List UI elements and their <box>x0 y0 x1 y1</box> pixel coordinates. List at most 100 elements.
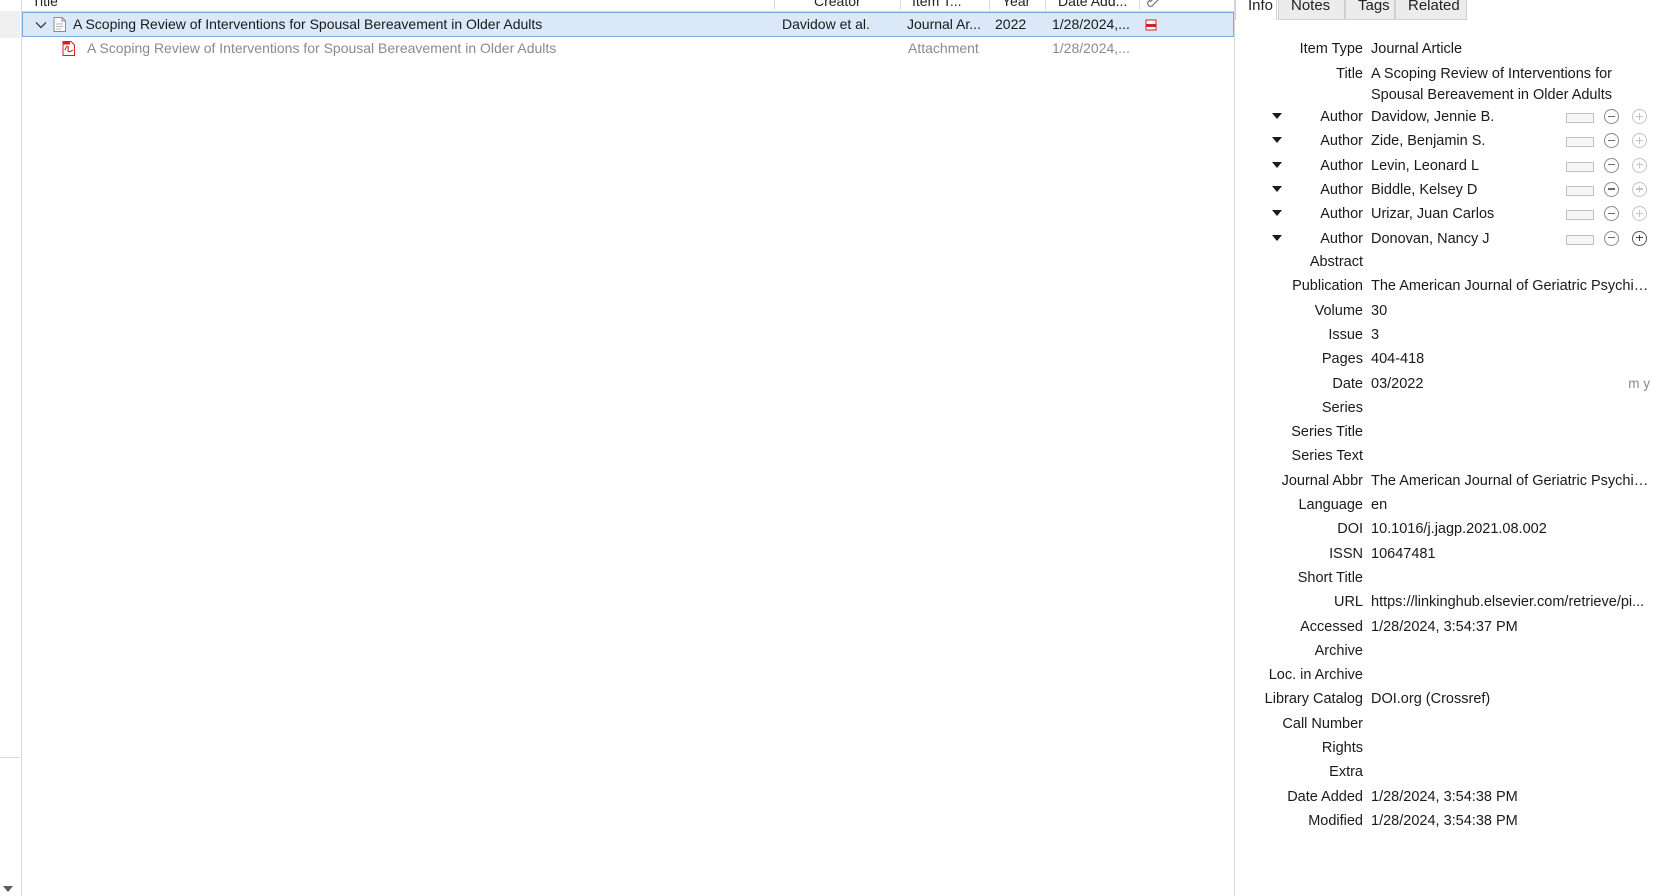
field-value[interactable]: The American Journal of Geriatric Psychi… <box>1371 274 1656 297</box>
tab-tags[interactable]: Tags <box>1345 0 1395 20</box>
creator-type-menu-icon[interactable] <box>1272 234 1282 241</box>
field-series[interactable]: Series <box>1235 396 1657 420</box>
sync-status-icon[interactable] <box>2 885 14 893</box>
field-value[interactable]: The American Journal of Geriatric Psychi… <box>1371 469 1656 492</box>
switch-field-mode-icon[interactable] <box>1566 210 1594 221</box>
creator-name[interactable]: Davidow, Jennie B. <box>1371 105 1561 128</box>
creator-row[interactable]: Author Levin, Leonard L <box>1235 154 1657 178</box>
field-value[interactable] <box>1371 712 1656 714</box>
creator-type-label[interactable]: Author <box>1320 129 1363 153</box>
field-loc-in-archive[interactable]: Loc. in Archive <box>1235 663 1657 687</box>
column-creator[interactable]: Creator <box>814 0 904 11</box>
remove-creator-icon[interactable] <box>1604 181 1619 197</box>
field-value[interactable] <box>1371 250 1656 252</box>
tab-notes[interactable]: Notes <box>1278 0 1345 20</box>
creator-type-label[interactable]: Author <box>1320 202 1363 226</box>
tab-related[interactable]: Related <box>1395 0 1467 20</box>
field-series-text[interactable]: Series Text <box>1235 444 1657 468</box>
column-date-added[interactable]: Date Add... <box>1058 0 1138 11</box>
field-issue[interactable]: Issue 3 <box>1235 323 1657 347</box>
creator-name[interactable]: Donovan, Nancy J <box>1371 227 1561 250</box>
field-value[interactable] <box>1371 663 1656 665</box>
field-call-number[interactable]: Call Number <box>1235 712 1657 736</box>
creator-type-label[interactable]: Author <box>1320 227 1363 251</box>
field-series-title[interactable]: Series Title <box>1235 420 1657 444</box>
switch-field-mode-icon[interactable] <box>1566 161 1594 172</box>
field-issn[interactable]: ISSN 10647481 <box>1235 542 1657 566</box>
field-language[interactable]: Language en <box>1235 493 1657 517</box>
field-value[interactable]: 10.1016/j.jagp.2021.08.002 <box>1371 517 1656 540</box>
field-value[interactable] <box>1371 420 1656 422</box>
field-value[interactable] <box>1371 396 1656 398</box>
remove-creator-icon[interactable] <box>1604 133 1619 149</box>
creator-row[interactable]: Author Biddle, Kelsey D <box>1235 178 1657 202</box>
creator-type-label[interactable]: Author <box>1320 105 1363 129</box>
remove-creator-icon[interactable] <box>1604 109 1619 124</box>
field-value[interactable]: A Scoping Review of Interventions for Sp… <box>1371 62 1633 106</box>
add-creator-icon[interactable] <box>1632 206 1647 222</box>
creator-type-menu-icon[interactable] <box>1272 210 1282 217</box>
add-creator-icon[interactable] <box>1632 230 1647 246</box>
field-date-added[interactable]: Date Added 1/28/2024, 3:54:38 PM <box>1235 785 1657 809</box>
field-library-catalog[interactable]: Library Catalog DOI.org (Crossref) <box>1235 687 1657 711</box>
field-value[interactable]: 1/28/2024, 3:54:38 PM <box>1371 809 1656 832</box>
field-volume[interactable]: Volume 30 <box>1235 299 1657 323</box>
field-doi[interactable]: DOI 10.1016/j.jagp.2021.08.002 <box>1235 517 1657 541</box>
field-short-title[interactable]: Short Title <box>1235 566 1657 590</box>
pdf-attachment-icon[interactable] <box>1145 19 1157 31</box>
add-creator-icon[interactable] <box>1632 133 1647 149</box>
creator-row[interactable]: Author Donovan, Nancy J <box>1235 227 1657 251</box>
field-value[interactable]: 30 <box>1371 299 1656 322</box>
table-row-attachment[interactable]: A Scoping Review of Interventions for Sp… <box>22 36 1234 61</box>
field-archive[interactable]: Archive <box>1235 639 1657 663</box>
table-row-item[interactable]: A Scoping Review of Interventions for Sp… <box>22 12 1234 37</box>
field-pages[interactable]: Pages 404-418 <box>1235 347 1657 371</box>
field-extra[interactable]: Extra <box>1235 760 1657 784</box>
field-value[interactable] <box>1371 444 1656 446</box>
chevron-down-icon[interactable] <box>34 18 48 32</box>
field-item-type[interactable]: Item Type Journal Article <box>1235 37 1657 61</box>
field-abstract[interactable]: Abstract <box>1235 250 1657 274</box>
creator-row[interactable]: Author Davidow, Jennie B. <box>1235 105 1657 129</box>
column-year[interactable]: Year <box>1002 0 1042 11</box>
field-value[interactable]: https://linkinghub.elsevier.com/retrieve… <box>1371 590 1656 613</box>
creator-name[interactable]: Urizar, Juan Carlos <box>1371 202 1561 225</box>
field-publication[interactable]: Publication The American Journal of Geria… <box>1235 274 1657 298</box>
switch-field-mode-icon[interactable] <box>1566 234 1594 245</box>
remove-creator-icon[interactable] <box>1604 230 1619 246</box>
field-date[interactable]: Date 03/2022 m y <box>1235 372 1657 396</box>
switch-field-mode-icon[interactable] <box>1566 137 1594 148</box>
field-value[interactable]: Journal Article <box>1371 37 1656 60</box>
field-value[interactable]: 3 <box>1371 323 1656 346</box>
creator-type-menu-icon[interactable] <box>1272 185 1282 192</box>
field-value[interactable] <box>1371 736 1656 738</box>
field-value[interactable] <box>1371 760 1656 762</box>
creator-name[interactable]: Zide, Benjamin S. <box>1371 129 1561 152</box>
field-value[interactable]: 03/2022 <box>1371 372 1656 395</box>
field-value[interactable]: 10647481 <box>1371 542 1656 565</box>
field-value[interactable] <box>1371 566 1656 568</box>
creator-type-menu-icon[interactable] <box>1272 161 1282 168</box>
creator-type-menu-icon[interactable] <box>1272 113 1282 119</box>
add-creator-icon[interactable] <box>1632 181 1647 197</box>
field-accessed[interactable]: Accessed 1/28/2024, 3:54:37 PM <box>1235 615 1657 639</box>
creator-type-label[interactable]: Author <box>1320 154 1363 178</box>
field-title[interactable]: Title A Scoping Review of Interventions … <box>1235 62 1657 108</box>
field-value[interactable]: en <box>1371 493 1656 516</box>
creator-name[interactable]: Levin, Leonard L <box>1371 154 1561 177</box>
field-value[interactable]: 1/28/2024, 3:54:37 PM <box>1371 615 1656 638</box>
remove-creator-icon[interactable] <box>1604 157 1619 173</box>
field-url[interactable]: URL https://linkinghub.elsevier.com/retri… <box>1235 590 1657 614</box>
field-journal-abbr[interactable]: Journal Abbr The American Journal of Geri… <box>1235 469 1657 493</box>
column-title[interactable]: Title <box>32 0 772 11</box>
remove-creator-icon[interactable] <box>1604 206 1619 222</box>
field-value[interactable]: 404-418 <box>1371 347 1656 370</box>
creator-row[interactable]: Author Urizar, Juan Carlos <box>1235 202 1657 226</box>
switch-field-mode-icon[interactable] <box>1566 185 1594 196</box>
tab-info[interactable]: Info <box>1235 0 1277 20</box>
field-value[interactable] <box>1371 639 1656 641</box>
field-modified[interactable]: Modified 1/28/2024, 3:54:38 PM <box>1235 809 1657 833</box>
attachments-column-icon[interactable] <box>1146 0 1160 7</box>
add-creator-icon[interactable] <box>1632 109 1647 124</box>
creator-type-menu-icon[interactable] <box>1272 137 1282 144</box>
